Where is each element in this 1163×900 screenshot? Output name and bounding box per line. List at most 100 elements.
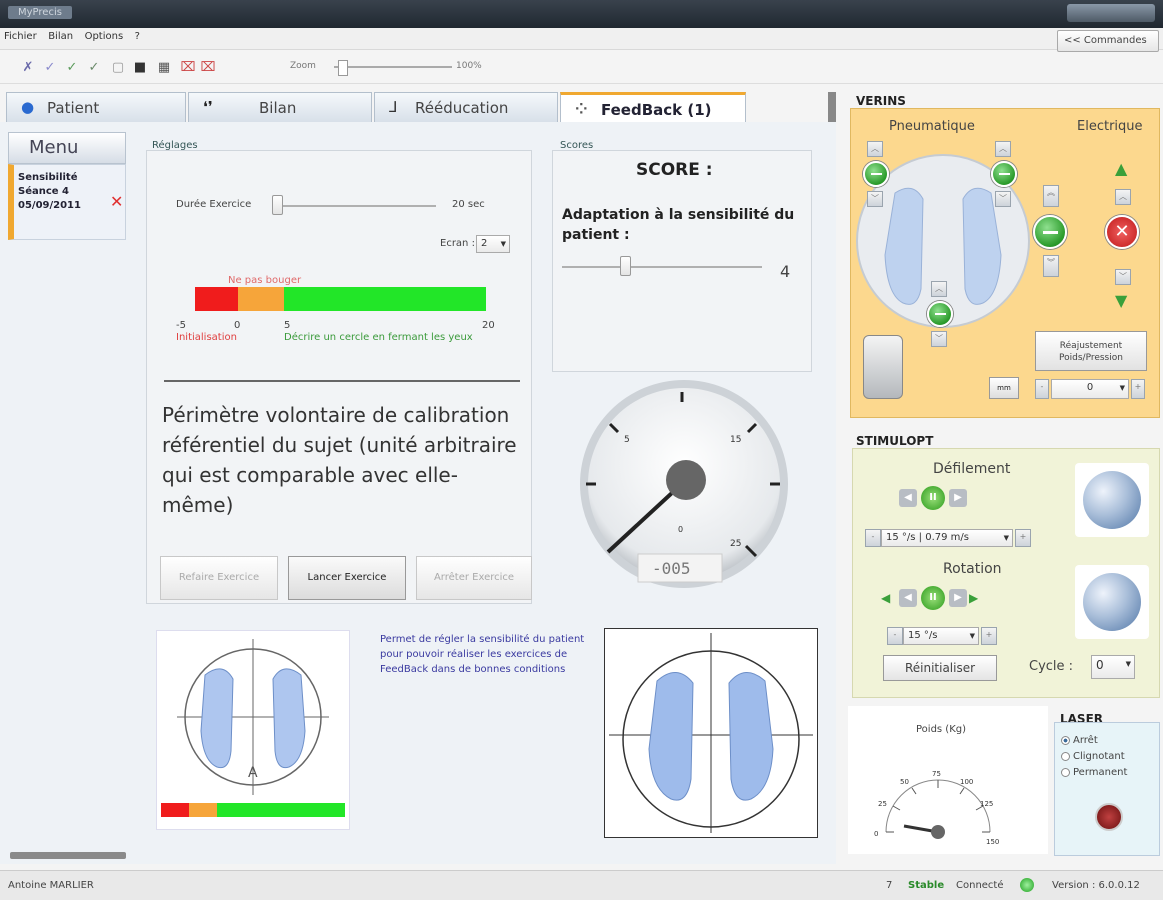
- defil-plus-button[interactable]: +: [1015, 529, 1031, 547]
- cycle-select[interactable]: 0 ▼: [1091, 655, 1135, 679]
- laser-option-permanent[interactable]: Permanent: [1061, 767, 1159, 778]
- delete-icon[interactable]: ⌧: [180, 60, 196, 76]
- tool-icon-3[interactable]: ✓: [64, 60, 80, 76]
- pneu-left-control[interactable]: [863, 161, 889, 187]
- poids-tick-25: 25: [878, 800, 887, 808]
- pressure-stepper-value: 0: [1086, 382, 1094, 393]
- commandes-button[interactable]: << Commandes: [1057, 30, 1159, 52]
- tool-icon-4[interactable]: ✓: [86, 60, 102, 76]
- elec-down-fast-button[interactable]: ︾: [1043, 255, 1059, 277]
- verins-panel: Pneumatique Electrique ︿ ﹀ ︿ ﹀ ︿ ﹀ ︽ ︾ ▲…: [850, 108, 1160, 418]
- adaptation-slider-track[interactable]: [562, 266, 762, 268]
- close-icon[interactable]: ✕: [110, 192, 123, 211]
- reset-small-button[interactable]: mm: [989, 377, 1019, 399]
- reinitialiser-button[interactable]: Réinitialiser: [883, 655, 997, 681]
- session-date: 05/09/2011: [18, 200, 81, 211]
- sidebar-menu-header[interactable]: Menu: [8, 132, 126, 164]
- stepper-minus-button[interactable]: -: [1035, 379, 1049, 399]
- defil-pause-button[interactable]: II: [921, 486, 945, 510]
- tab-reeducation[interactable]: ⅃ Rééducation: [374, 92, 558, 122]
- duree-slider-track[interactable]: [272, 205, 436, 207]
- verins-title: VERINS: [856, 94, 906, 108]
- refaire-exercice-button[interactable]: Refaire Exercice: [160, 556, 278, 600]
- pneu-right-down-button[interactable]: ﹀: [995, 191, 1011, 207]
- panel-splitter[interactable]: [828, 92, 836, 122]
- defil-next-button[interactable]: ▶: [949, 489, 967, 507]
- sidebar-session-item[interactable]: Sensibilité Séance 4 05/09/2011: [8, 164, 126, 240]
- calc-icon[interactable]: ▦: [156, 60, 172, 76]
- menu-options[interactable]: Options: [81, 28, 128, 45]
- page-icon[interactable]: ▢: [110, 60, 126, 76]
- cycle-label: Cycle :: [1029, 659, 1074, 674]
- elec-up-button[interactable]: ︿: [1115, 189, 1131, 205]
- stepper-plus-button[interactable]: +: [1131, 379, 1145, 399]
- pneu-left-up-button[interactable]: ︿: [867, 141, 883, 157]
- window-controls[interactable]: [1067, 4, 1155, 22]
- delete-all-icon[interactable]: ⌧: [200, 60, 216, 76]
- radio-selected-icon: [1061, 736, 1070, 745]
- stop-icon[interactable]: ✕: [1105, 215, 1139, 249]
- rot-next-button[interactable]: ▶: [949, 589, 967, 607]
- arrow-up-icon[interactable]: ▲: [1115, 159, 1127, 178]
- menu-help[interactable]: ?: [131, 28, 144, 45]
- scores-group: [552, 150, 812, 372]
- duree-slider-thumb[interactable]: [272, 195, 283, 215]
- laser-option-clignotant[interactable]: Clignotant: [1061, 751, 1159, 762]
- elec-down-button[interactable]: ﹀: [1115, 269, 1131, 285]
- reajustement-button[interactable]: Réajustement Poids/Pression: [1035, 331, 1147, 371]
- bar-top-label: Ne pas bouger: [228, 275, 302, 286]
- arreter-exercice-button[interactable]: Arrêter Exercice: [416, 556, 532, 600]
- zoom-slider-track[interactable]: [334, 66, 452, 68]
- pneu-bottom-down-button[interactable]: ﹀: [931, 331, 947, 347]
- feedback-icon: ⁘: [575, 100, 588, 118]
- user-icon: ●: [21, 98, 35, 116]
- feedback-description: Permet de régler la sensibilité du patie…: [380, 634, 585, 675]
- defilement-speed-value: 15 °/s | 0.79 m/s: [886, 532, 969, 543]
- phase-red: [195, 287, 238, 311]
- rot-minus-button[interactable]: -: [887, 627, 903, 645]
- poids-tick-0: 0: [874, 830, 878, 838]
- rotate-right-icon[interactable]: ▶: [969, 591, 978, 605]
- tool-icon-2[interactable]: ✓: [42, 60, 58, 76]
- zoom-slider-thumb[interactable]: [338, 60, 348, 76]
- tab-patient[interactable]: ● Patient: [6, 92, 186, 122]
- arrow-down-icon[interactable]: ▼: [1115, 291, 1127, 310]
- rotation-speed-select[interactable]: 15 °/s ▼: [903, 627, 979, 645]
- defilement-speed-select[interactable]: 15 °/s | 0.79 m/s ▼: [881, 529, 1013, 547]
- adaptation-slider-thumb[interactable]: [620, 256, 631, 276]
- tab-bilan[interactable]: ❛❜ Bilan: [188, 92, 372, 122]
- elec-control[interactable]: [1033, 215, 1067, 249]
- elec-up-fast-button[interactable]: ︽: [1043, 185, 1059, 207]
- rot-prev-button[interactable]: ◀: [899, 589, 917, 607]
- pressure-stepper[interactable]: 0 ▼: [1051, 379, 1129, 399]
- foot-letter: A: [248, 765, 258, 781]
- foot-target-right: [604, 628, 818, 838]
- gauge-tick-5: 5: [624, 435, 630, 445]
- ecran-select[interactable]: 2 ▼: [476, 235, 510, 253]
- menu-bilan[interactable]: Bilan: [44, 28, 77, 45]
- ecran-label: Ecran :: [440, 238, 475, 249]
- foot-target-left: A: [161, 639, 345, 817]
- lancer-exercice-button[interactable]: Lancer Exercice: [288, 556, 406, 600]
- pneu-bottom-up-button[interactable]: ︿: [931, 281, 947, 297]
- tab-feedback[interactable]: ⁘ FeedBack (1): [560, 92, 746, 122]
- defilement-label: Défilement: [933, 461, 1011, 477]
- rot-plus-button[interactable]: +: [981, 627, 997, 645]
- poids-tick-75: 75: [932, 770, 941, 778]
- defil-minus-button[interactable]: -: [865, 529, 881, 547]
- duree-value: 20 sec: [452, 199, 485, 210]
- defil-prev-button[interactable]: ◀: [899, 489, 917, 507]
- laser-option-arret-label: Arrêt: [1073, 735, 1098, 746]
- pneu-right-control[interactable]: [991, 161, 1017, 187]
- tool-icon-1[interactable]: ✗: [20, 60, 36, 76]
- zoom-value: 100%: [456, 61, 482, 71]
- sidebar-scrollbar[interactable]: [10, 852, 126, 859]
- pneu-bottom-control[interactable]: [927, 301, 953, 327]
- pneu-left-down-button[interactable]: ﹀: [867, 191, 883, 207]
- laser-option-arret[interactable]: Arrêt: [1061, 735, 1159, 746]
- menu-fichier[interactable]: Fichier: [0, 28, 41, 45]
- save-icon[interactable]: ■: [132, 60, 148, 76]
- rot-pause-button[interactable]: II: [921, 586, 945, 610]
- rotate-left-icon[interactable]: ◀: [881, 591, 890, 605]
- pneu-right-up-button[interactable]: ︿: [995, 141, 1011, 157]
